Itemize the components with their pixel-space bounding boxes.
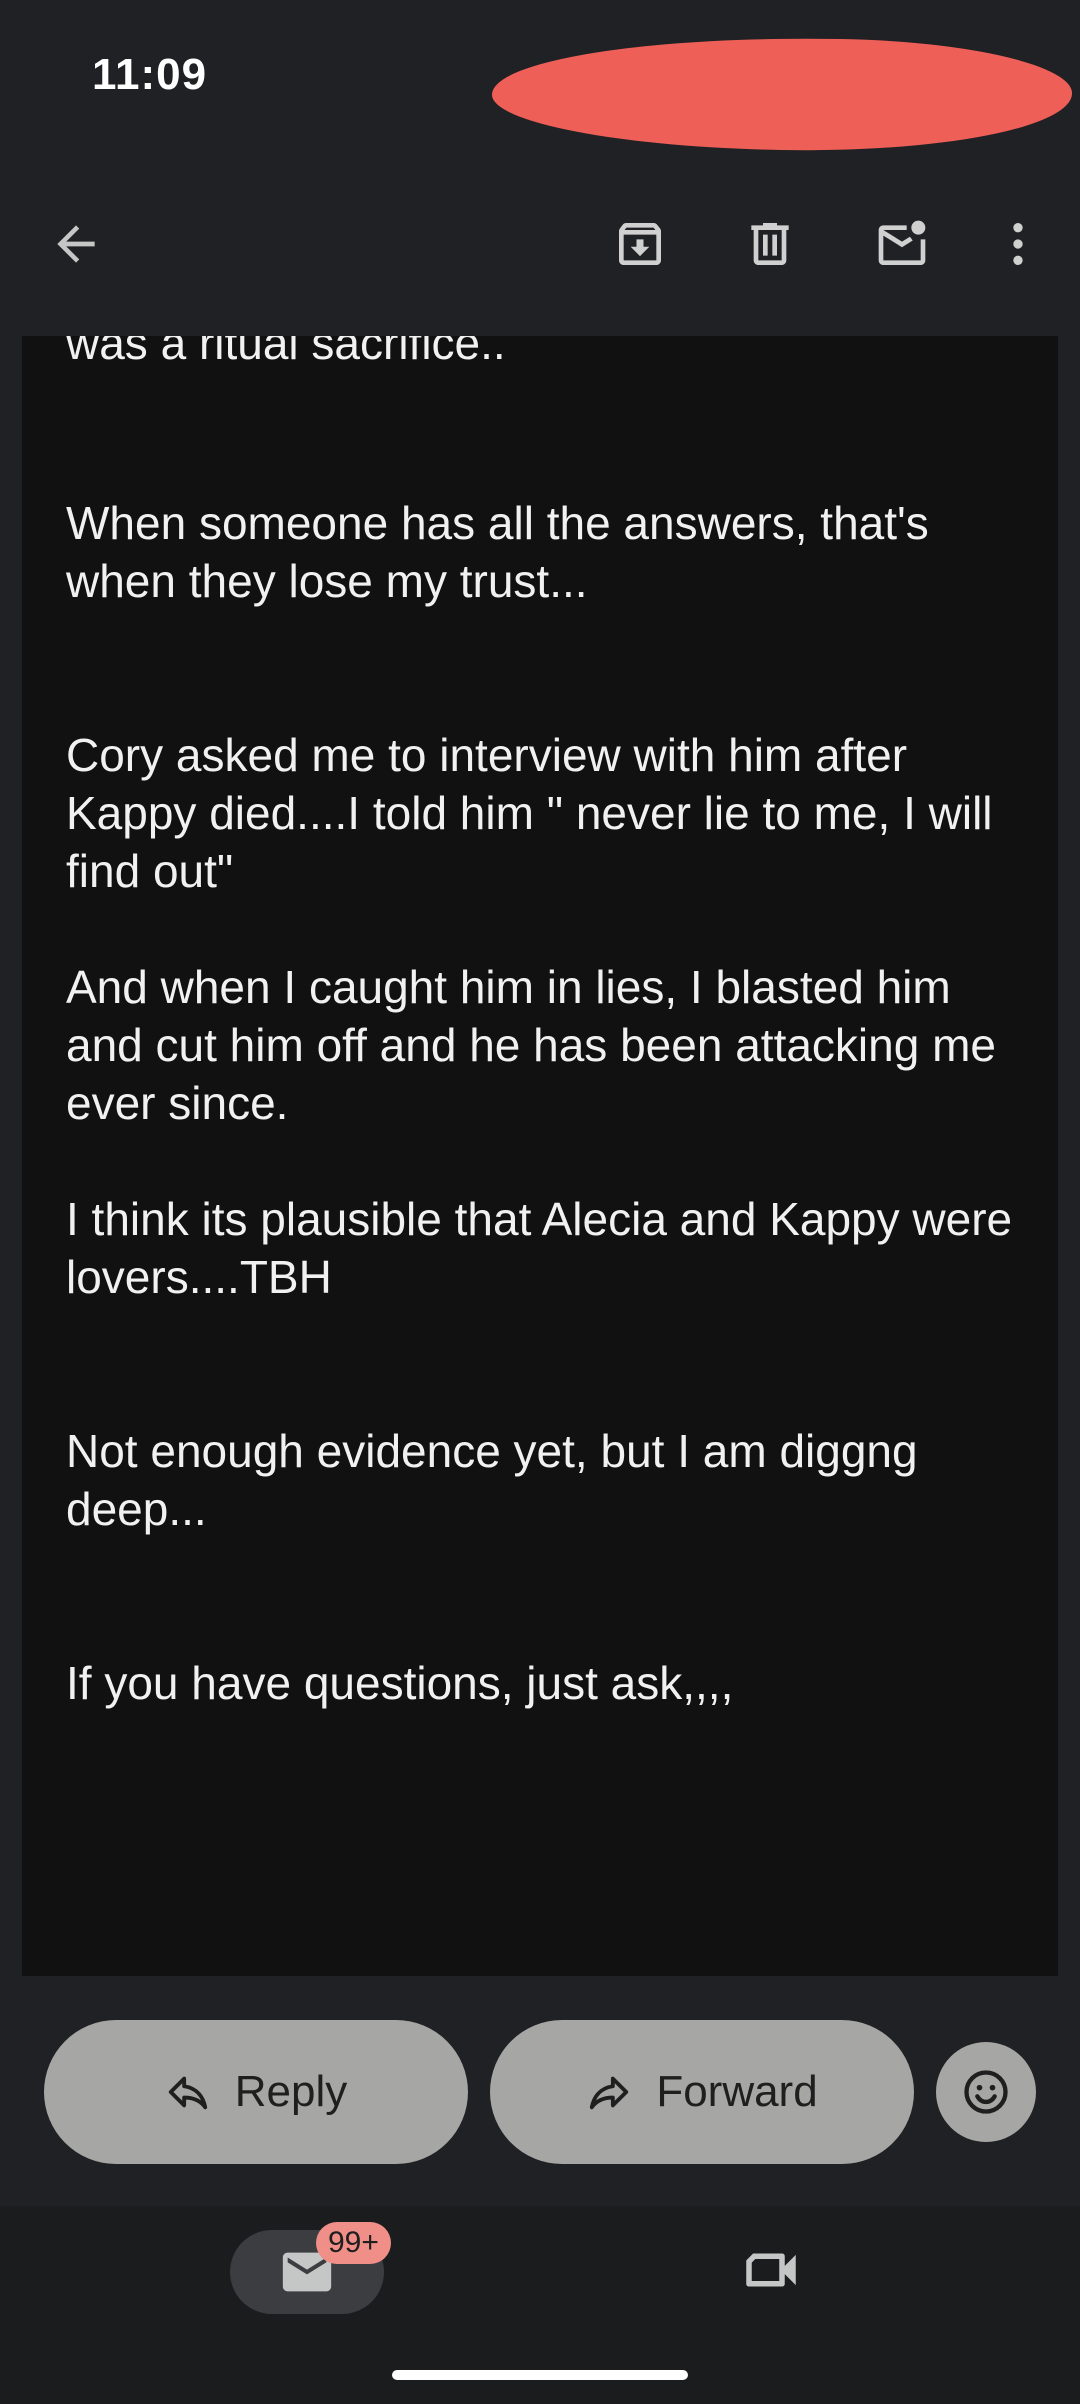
emoji-icon: [964, 2070, 1008, 2114]
message-paragraph: When someone has all the answers, that's…: [66, 497, 929, 607]
mark-unread-icon: [878, 220, 926, 265]
reply-button[interactable]: Reply: [44, 2020, 468, 2164]
back-arrow-icon: [57, 225, 95, 263]
more-options-button[interactable]: [986, 212, 1050, 276]
unread-count-badge: 99+: [316, 2222, 391, 2264]
forward-icon: [590, 2076, 629, 2110]
video-camera-icon: [746, 2253, 796, 2287]
meet-tab[interactable]: [736, 2240, 806, 2300]
message-paragraph: Cory asked me to interview with him afte…: [66, 729, 993, 897]
delete-icon: [751, 223, 789, 265]
redaction-mark: [491, 32, 1073, 156]
message-paragraph: Not enough evidence yet, but I am diggng…: [66, 1425, 918, 1535]
archive-button[interactable]: [608, 212, 672, 276]
back-button[interactable]: [44, 212, 108, 276]
forward-button[interactable]: Forward: [490, 2020, 914, 2164]
add-reaction-button[interactable]: [936, 2042, 1036, 2142]
message-body: was a ritual sacrifice.. When someone ha…: [22, 336, 1058, 1976]
message-paragraph: If you have questions, just ask,,,,: [66, 1657, 734, 1709]
reply-icon: [168, 2076, 207, 2110]
delete-button[interactable]: [738, 212, 802, 276]
forward-label: Forward: [656, 2067, 818, 2116]
home-indicator[interactable]: [392, 2370, 688, 2380]
more-vert-icon: [1013, 223, 1023, 265]
message-partial-line: was a ritual sacrifice..: [66, 336, 506, 369]
mark-unread-button[interactable]: [870, 212, 934, 276]
status-bar: 11:09: [0, 0, 1080, 160]
archive-icon: [619, 223, 661, 265]
message-paragraph: And when I caught him in lies, I blasted…: [66, 961, 996, 1129]
message-paragraph: I think its plausible that Alecia and Ka…: [66, 1193, 1013, 1303]
status-time: 11:09: [92, 50, 208, 99]
reply-label: Reply: [234, 2067, 348, 2116]
